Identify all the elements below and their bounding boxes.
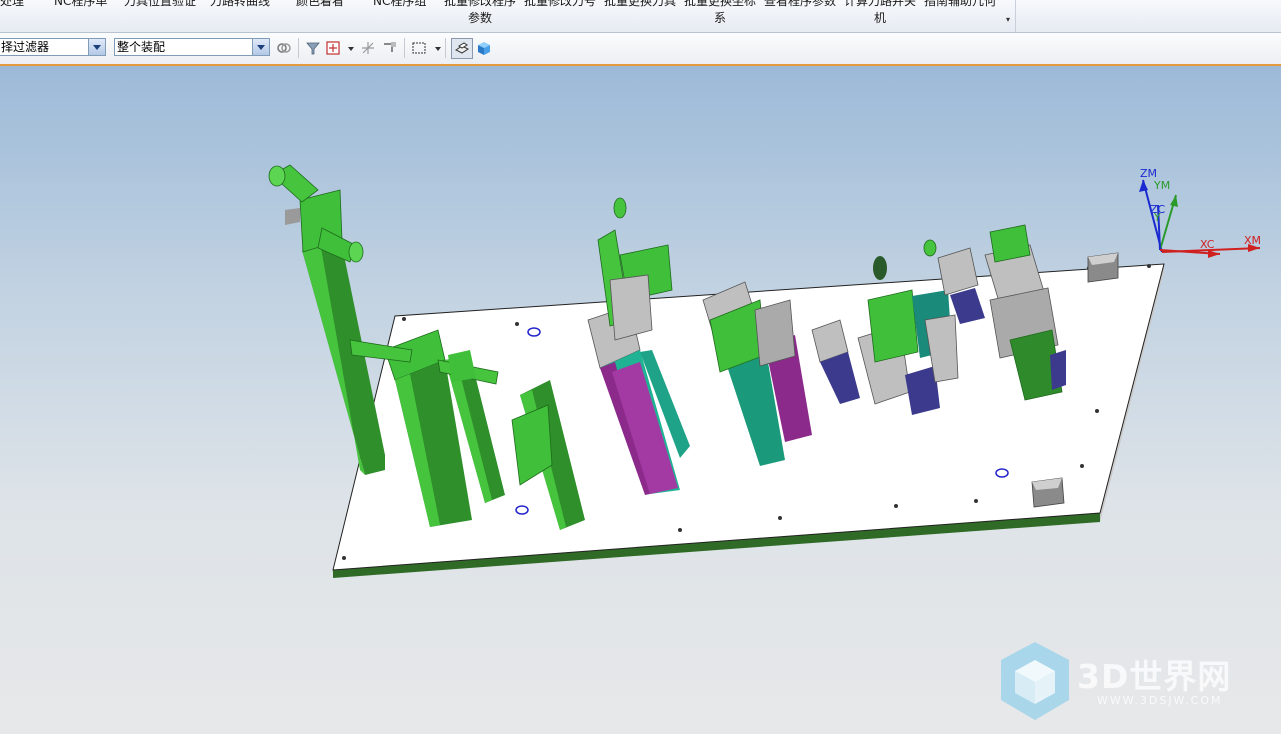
curve-rule-icon[interactable]: [382, 40, 398, 56]
ribbon-item-label: 处理: [0, 0, 25, 8]
xm-axis-label: XM: [1244, 234, 1261, 247]
ribbon-item-color-view[interactable]: 颜色着看: [296, 0, 344, 10]
ribbon-expand-icon[interactable]: ▾: [1003, 15, 1013, 25]
assembly-scope-dropdown[interactable]: 整个装配: [114, 38, 270, 56]
ribbon-item-label: 批量修改程序: [444, 0, 517, 8]
shaded-view-icon[interactable]: [454, 40, 470, 56]
ribbon-item-process[interactable]: 处理: [0, 0, 24, 10]
ribbon-item-nc-program-sheet[interactable]: NC程序单: [54, 0, 107, 10]
snap-point-icon[interactable]: [325, 40, 341, 56]
ribbon-item-label: 刀路转曲线: [210, 0, 271, 8]
watermark-url: WWW.3DSJW.COM: [1097, 694, 1223, 707]
ribbon-item-label: NC程序单: [54, 0, 108, 8]
left-clamp-tower: [268, 164, 385, 475]
ribbon-item-batch-modify-tool-number[interactable]: 批量修改刀号: [524, 0, 596, 10]
ym-axis-label: YM: [1153, 179, 1170, 192]
toolbar-divider: [445, 38, 446, 58]
ribbon-item-label: 计算刀路并关: [844, 0, 917, 8]
yc-axis-label: Y: [1153, 211, 1161, 224]
xc-axis-label: XC: [1200, 238, 1215, 251]
ribbon-item-tool-position-verify[interactable]: 刀具位置验证: [124, 0, 196, 10]
ribbon-item-label: 刀具位置验证: [124, 0, 197, 8]
ribbon-item-view-program-params[interactable]: 查看程序参数: [764, 0, 836, 10]
fixture-assembly-model[interactable]: ZM YM ZC Y XC XM: [0, 66, 1281, 734]
graphics-viewport[interactable]: ZM YM ZC Y XC XM 3D世界网 WWW.3DSJW.COM: [0, 66, 1281, 734]
ribbon-item-batch-replace-tool[interactable]: 批量更换刀具: [604, 0, 676, 10]
chevron-down-icon[interactable]: [88, 39, 105, 55]
selection-filter-dropdown[interactable]: 择过滤器: [0, 38, 106, 56]
toolbar-divider: [404, 38, 405, 58]
ribbon-bar: 处理 NC程序单 刀具位置验证 刀路转曲线 颜色着看 NC程序组 批量修改程序参…: [0, 0, 1281, 33]
dropdown-arrow-icon[interactable]: [435, 47, 441, 51]
select-all-icon[interactable]: [276, 40, 292, 56]
dropdown-arrow-icon[interactable]: [348, 47, 354, 51]
assembly-scope-value: 整个装配: [117, 40, 166, 54]
cube-logo-icon: [1001, 642, 1069, 720]
ribbon-item-label: 批量更换坐标: [684, 0, 757, 8]
ribbon-item-guide-aux-geometry[interactable]: 指南辅助几何: [924, 0, 996, 10]
ribbon-divider: [1015, 0, 1016, 32]
ribbon-item-batch-modify-program-params[interactable]: 批量修改程序 参数: [444, 0, 516, 27]
chevron-down-icon[interactable]: [252, 39, 269, 55]
site-watermark: 3D世界网 WWW.3DSJW.COM: [997, 640, 1267, 724]
watermark-title: 3D世界网: [1077, 657, 1232, 696]
selection-filter-value: 择过滤器: [1, 40, 50, 54]
ribbon-item-label: 颜色着看: [296, 0, 345, 8]
ribbon-item-label: 指南辅助几何: [924, 0, 997, 8]
ribbon-item-label: 批量更换刀具: [604, 0, 677, 8]
ribbon-item-label: 批量修改刀号: [524, 0, 597, 8]
ribbon-item-compute-toolpath-shutdown[interactable]: 计算刀路并关机: [844, 0, 916, 27]
ribbon-item-label-line2: 系: [714, 11, 727, 25]
ribbon-item-label-line2: 机: [874, 11, 887, 25]
ribbon-item-label: NC程序组: [373, 0, 427, 8]
rectangle-select-icon[interactable]: [411, 40, 427, 56]
ribbon-item-label: 查看程序参数: [764, 0, 837, 8]
cube-view-icon[interactable]: [476, 40, 492, 56]
ribbon-item-nc-program-group[interactable]: NC程序组: [373, 0, 426, 10]
ribbon-item-label-line2: 参数: [468, 11, 493, 25]
ribbon-item-batch-replace-csys[interactable]: 批量更换坐标系: [684, 0, 756, 27]
ribbon-item-toolpath-to-curve[interactable]: 刀路转曲线: [210, 0, 270, 10]
selection-toolbar: 择过滤器 整个装配: [0, 33, 1281, 66]
filter-icon[interactable]: [305, 40, 321, 56]
point-constructor-icon[interactable]: [360, 40, 376, 56]
toolbar-divider: [298, 38, 299, 58]
coordinate-triad: ZM YM ZC Y XC XM: [1139, 167, 1261, 258]
